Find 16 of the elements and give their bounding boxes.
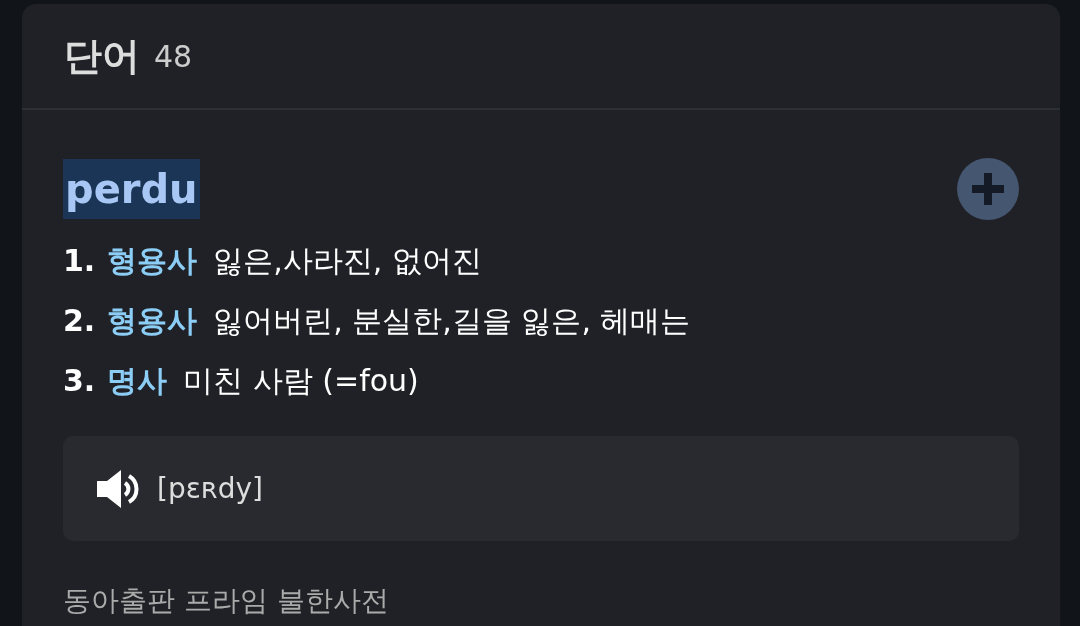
part-of-speech: 형용사	[107, 302, 198, 340]
section-title: 단어	[64, 32, 140, 80]
pronunciation-text: [pɛʀdy]	[157, 470, 263, 507]
sense-meaning: 잃은,사라진, 없어진	[213, 242, 482, 280]
part-of-speech: 형용사	[107, 242, 198, 280]
word-count: 48	[154, 37, 193, 76]
plus-icon	[970, 171, 1006, 207]
sense-meaning: 미친 사람 (=fou)	[183, 362, 419, 400]
headword: perdu	[63, 159, 200, 219]
sense-meaning: 잃어버린, 분실한,길을 잃은, 헤매는	[213, 302, 691, 340]
sense-number: 1.	[63, 242, 96, 280]
sense-number: 3.	[63, 362, 96, 400]
part-of-speech: 명사	[107, 362, 168, 400]
speaker-icon[interactable]	[97, 469, 141, 508]
dictionary-source: 동아출판 프라임 불한사전	[63, 585, 390, 618]
sense-number: 2.	[63, 302, 96, 340]
